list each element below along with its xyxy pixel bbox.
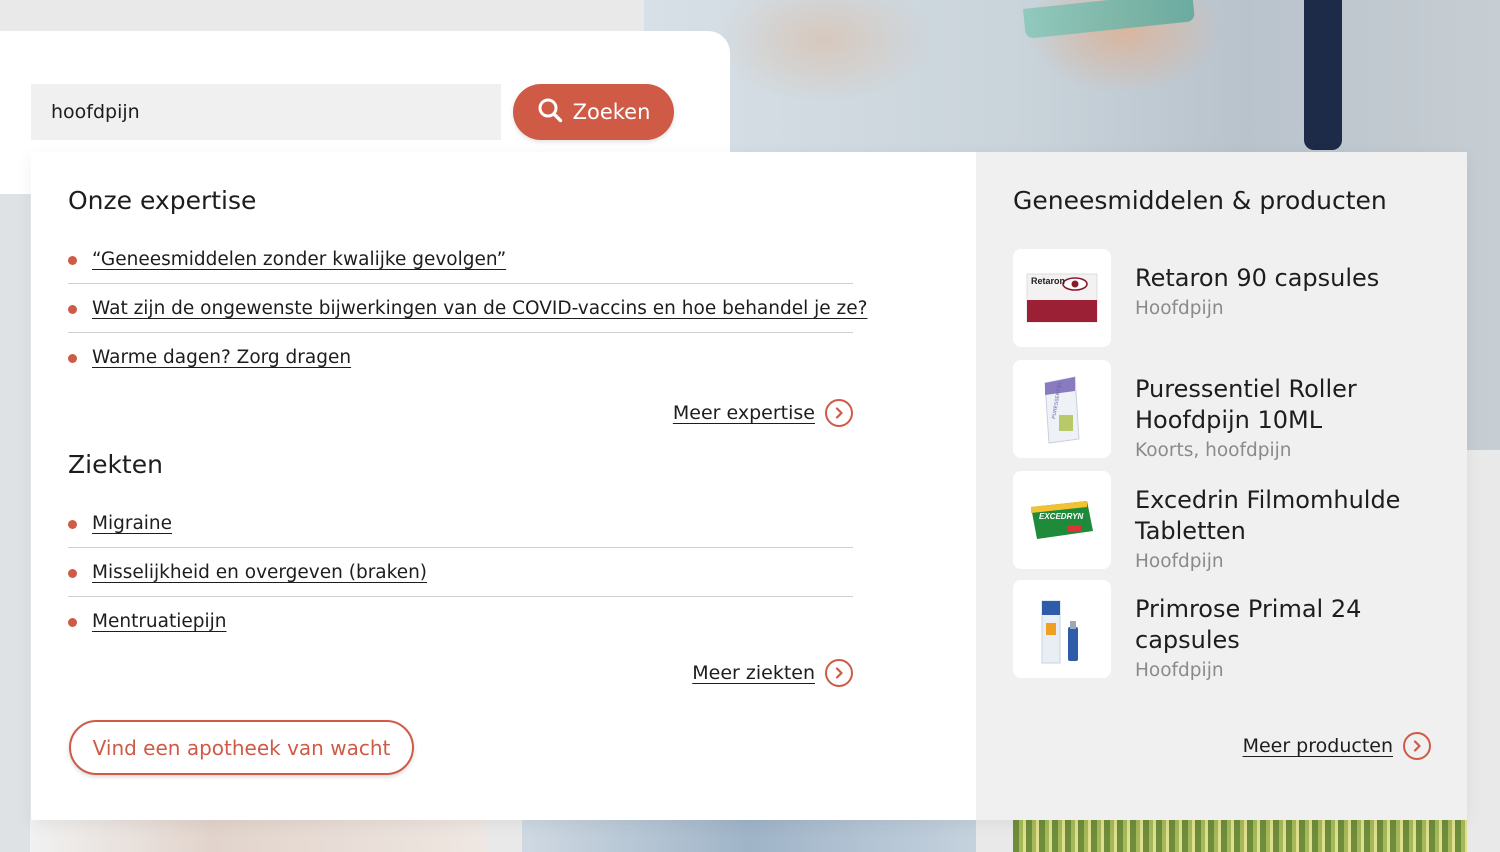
- expertise-link[interactable]: “Geneesmiddelen zonder kwalijke gevolgen…: [92, 249, 506, 270]
- product-name: Primrose Primal 24 capsules Hoofdpijn: [1135, 594, 1435, 686]
- product-thumbnail: Retaron: [1013, 249, 1111, 347]
- medicine-box-image: [1022, 0, 1196, 39]
- suggestions-left-column: Onze expertise “Geneesmiddelen zonder kw…: [31, 152, 976, 820]
- product-thumbnail: EXCEDRYN: [1013, 471, 1111, 569]
- search-button-label: Zoeken: [572, 100, 651, 124]
- more-diseases-label: Meer ziekten: [692, 662, 815, 684]
- bullet-icon: [68, 569, 77, 578]
- products-column: Geneesmiddelen & producten Retaron Retar…: [976, 152, 1467, 820]
- product-category: Koorts, hoofdpijn: [1135, 440, 1292, 461]
- product-name: Puressentiel Roller Hoofdpijn 10ML Koort…: [1135, 374, 1435, 466]
- expertise-link[interactable]: Wat zijn de ongewenste bijwerkingen van …: [92, 298, 867, 319]
- product-item[interactable]: Retaron Retaron 90 capsules Hoofdpijn: [1013, 249, 1453, 349]
- chevron-right-circle-icon: [825, 659, 853, 687]
- bullet-icon: [68, 354, 77, 363]
- list-item: Wat zijn de ongewenste bijwerkingen van …: [68, 284, 867, 333]
- bullet-icon: [68, 520, 77, 529]
- more-products-link[interactable]: Meer producten: [1243, 732, 1431, 760]
- background-strip: [0, 190, 30, 852]
- product-title: Puressentiel Roller Hoofdpijn 10ML: [1135, 375, 1357, 434]
- product-item[interactable]: Primrose Primal 24 capsules Hoofdpijn: [1013, 580, 1453, 681]
- list-item: “Geneesmiddelen zonder kwalijke gevolgen…: [68, 235, 853, 284]
- list-item: Warme dagen? Zorg dragen: [68, 333, 853, 382]
- product-thumb-text: EXCEDRYN: [1039, 512, 1084, 521]
- tile-image-blanket: [522, 820, 976, 852]
- bullet-icon: [68, 618, 77, 627]
- search-icon: [537, 97, 563, 128]
- disease-link[interactable]: Migraine: [92, 513, 172, 534]
- expertise-title: Onze expertise: [68, 186, 257, 215]
- chevron-right-circle-icon: [825, 399, 853, 427]
- product-category: Hoofdpijn: [1135, 551, 1224, 572]
- list-item: Mentruatiepijn: [68, 597, 853, 646]
- products-title: Geneesmiddelen & producten: [1013, 186, 1387, 215]
- search-button[interactable]: Zoeken: [513, 84, 674, 140]
- list-item: Migraine: [68, 499, 853, 548]
- product-title: Retaron 90 capsules: [1135, 264, 1380, 292]
- product-item[interactable]: EXCEDRYN Excedrin Filmomhulde Tabletten …: [1013, 471, 1453, 572]
- product-thumbnail: [1013, 580, 1111, 678]
- more-diseases-link[interactable]: Meer ziekten: [692, 659, 853, 687]
- diseases-title: Ziekten: [68, 450, 163, 479]
- product-category: Hoofdpijn: [1135, 298, 1224, 319]
- tile-image-grass: [1013, 820, 1467, 852]
- product-thumb-text: Retaron: [1031, 276, 1065, 286]
- disease-link[interactable]: Mentruatiepijn: [92, 611, 227, 632]
- find-pharmacy-on-duty-button[interactable]: Vind een apotheek van wacht: [69, 720, 414, 775]
- expertise-list: “Geneesmiddelen zonder kwalijke gevolgen…: [68, 235, 867, 382]
- expertise-link[interactable]: Warme dagen? Zorg dragen: [92, 347, 351, 368]
- tie-image: [1304, 0, 1342, 150]
- diseases-list: Migraine Misselijkheid en overgeven (bra…: [68, 499, 853, 646]
- product-thumbnail: PURESSENTIEL: [1013, 360, 1111, 458]
- more-expertise-label: Meer expertise: [672, 402, 815, 424]
- product-name: Retaron 90 capsules Hoofdpijn: [1135, 263, 1435, 324]
- chevron-right-circle-icon: [1403, 732, 1431, 760]
- product-title: Primrose Primal 24 capsules: [1135, 595, 1362, 654]
- list-item: Misselijkheid en overgeven (braken): [68, 548, 853, 597]
- more-expertise-link[interactable]: Meer expertise: [673, 399, 853, 427]
- bullet-icon: [68, 305, 77, 314]
- product-item[interactable]: PURESSENTIEL Puressentiel Roller Hoofdpi…: [1013, 360, 1453, 461]
- bullet-icon: [68, 256, 77, 265]
- more-products-label: Meer producten: [1242, 735, 1393, 757]
- tile-image-headache: [30, 820, 485, 852]
- product-name: Excedrin Filmomhulde Tabletten Hoofdpijn: [1135, 485, 1435, 577]
- disease-link[interactable]: Misselijkheid en overgeven (braken): [92, 562, 427, 583]
- search-input[interactable]: [31, 84, 501, 140]
- search-suggestions-dropdown: Onze expertise “Geneesmiddelen zonder kw…: [31, 152, 1467, 820]
- product-category: Hoofdpijn: [1135, 660, 1224, 681]
- product-title: Excedrin Filmomhulde Tabletten: [1135, 486, 1401, 545]
